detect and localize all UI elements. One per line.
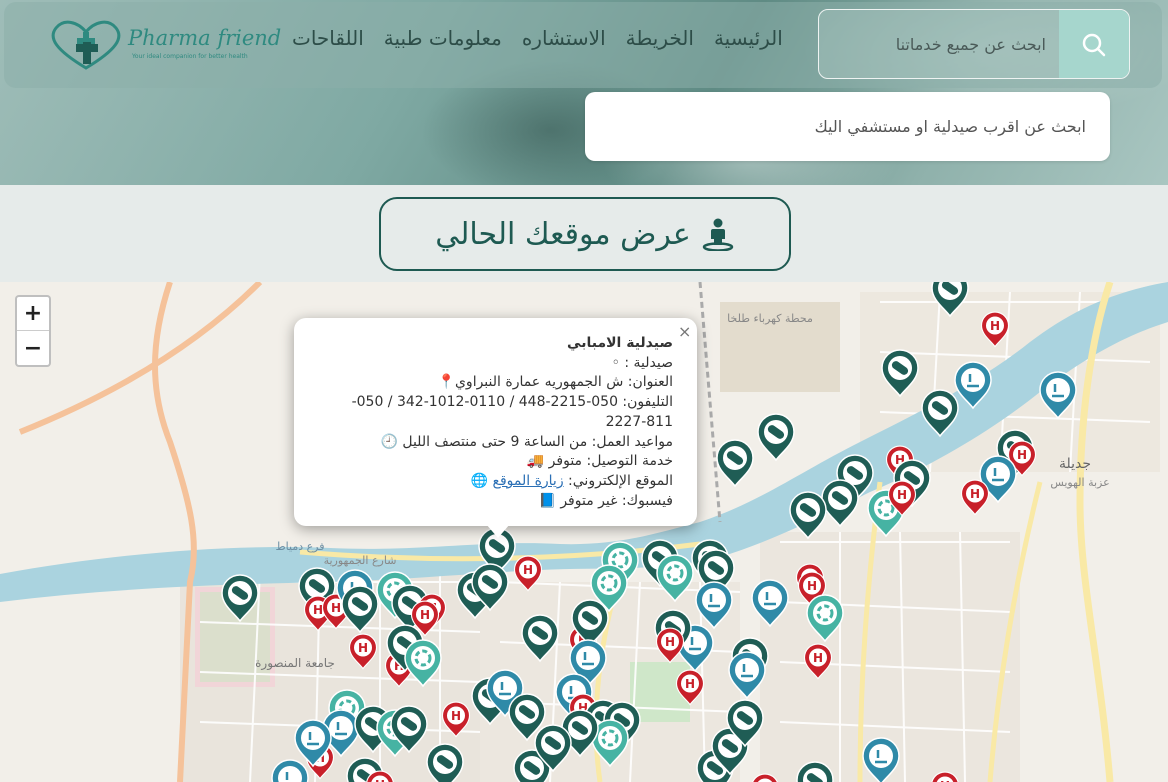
pin-icon: 📍 (437, 374, 455, 391)
clinic-marker-icon[interactable] (695, 581, 733, 630)
pharmacy-marker-icon[interactable] (521, 614, 559, 663)
nav-map[interactable]: الخريطة (616, 26, 704, 50)
hospital-marker-icon[interactable]: H (752, 773, 779, 782)
popup-type: صيدلية : ◦ (611, 354, 673, 371)
place-search-input[interactable] (585, 92, 1110, 161)
hospital-marker-icon[interactable]: H (675, 669, 705, 706)
hospital-marker-icon[interactable]: H (655, 627, 685, 664)
hospital-marker-icon[interactable]: H (513, 555, 543, 592)
hospital-marker-icon[interactable]: H (803, 643, 833, 680)
show-my-location-button[interactable]: عرض موقعك الحالي (379, 197, 791, 271)
nav-consultation[interactable]: الاستشاره (512, 26, 616, 50)
pharmacy-marker-icon[interactable] (221, 574, 259, 623)
svg-text:H: H (358, 641, 368, 655)
pharmacy-marker-icon[interactable] (341, 585, 379, 634)
popup-tip (486, 524, 510, 538)
popup-delivery: خدمة التوصيل: متوفر 🚚 (526, 453, 673, 470)
pharmacy-marker-icon[interactable] (931, 282, 969, 318)
globe-icon: 🌐 (470, 472, 489, 489)
logo[interactable]: Pharma friend Your ideal companion for b… (46, 20, 281, 72)
clinic-marker-icon[interactable] (728, 651, 766, 700)
truck-icon: 🚚 (526, 453, 545, 470)
clinic-marker-icon[interactable] (954, 361, 992, 410)
pharmacy-marker-icon[interactable] (796, 761, 834, 782)
lab-marker-icon[interactable] (656, 554, 694, 603)
zoom-in-button[interactable]: + (17, 297, 49, 331)
lab-marker-icon[interactable] (404, 639, 442, 688)
popup-title: صيدلية الامبابي (567, 335, 673, 351)
svg-text:H: H (685, 677, 695, 691)
pharmacy-marker-icon[interactable] (921, 389, 959, 438)
nav-menu: الرئيسية الخريطة الاستشاره معلومات طبية … (282, 26, 793, 50)
dot-icon: ◦ (611, 354, 620, 371)
search-button[interactable] (1059, 10, 1129, 78)
heart-cross-logo-icon (51, 20, 121, 70)
clinic-marker-icon[interactable] (1039, 371, 1077, 420)
svg-text:H: H (331, 601, 341, 615)
popup-website: الموقع الإلكتروني: زيارة الموقع 🌐 (470, 472, 673, 489)
search-icon (1082, 33, 1106, 57)
popup-address: العنوان: ش الجمهوريه عمارة النبراوي📍 (437, 374, 673, 391)
hospital-marker-icon[interactable]: H (960, 479, 990, 516)
pharmacy-marker-icon[interactable] (821, 479, 859, 528)
street-view-icon (702, 218, 734, 251)
nav-home[interactable]: الرئيسية (704, 26, 793, 50)
brand-name: Pharma friend (128, 26, 282, 50)
pharmacy-marker-icon[interactable] (789, 491, 827, 540)
svg-text:H: H (420, 608, 430, 622)
pharmacy-marker-icon[interactable] (757, 413, 795, 462)
hospital-marker-icon[interactable]: H (348, 633, 378, 670)
hospital-marker-icon[interactable]: H (441, 701, 471, 738)
book-icon: 📘 (538, 492, 556, 509)
svg-text:H: H (1017, 448, 1027, 462)
pharmacy-marker-icon[interactable] (716, 439, 754, 488)
brand-tagline: Your ideal companion for better health (132, 53, 248, 60)
pharmacy-marker-icon[interactable] (881, 349, 919, 398)
place-popup: صيدلية الامبابي صيدلية : ◦ العنوان: ش ال… (294, 318, 697, 526)
popup-facebook: فيسبوك: غير متوفر 📘 (538, 492, 673, 509)
svg-text:H: H (665, 635, 675, 649)
nav-vaccines[interactable]: اللقاحات (282, 26, 374, 50)
hospital-marker-icon[interactable]: H (980, 311, 1010, 348)
place-search (585, 92, 1110, 161)
zoom-control: + − (15, 295, 51, 367)
clinic-marker-icon[interactable] (862, 737, 900, 782)
svg-text:H: H (970, 487, 980, 501)
website-link[interactable]: زيارة الموقع (493, 473, 564, 489)
site-search (818, 9, 1130, 79)
svg-text:H: H (313, 603, 323, 617)
clinic-marker-icon[interactable] (271, 759, 309, 782)
clinic-marker-icon[interactable] (751, 579, 789, 628)
svg-text:H: H (807, 579, 817, 593)
svg-text:H: H (990, 319, 1000, 333)
svg-text:H: H (375, 778, 385, 782)
show-my-location-label: عرض موقعك الحالي (435, 216, 691, 252)
zoom-out-button[interactable]: − (17, 331, 49, 365)
popup-close-button[interactable]: × (678, 322, 691, 341)
svg-text:H: H (451, 709, 461, 723)
site-search-input[interactable] (819, 10, 1060, 78)
popup-hours: مواعيد العمل: من الساعة 9 حتى منتصف اللي… (380, 433, 673, 450)
nav-medical-info[interactable]: معلومات طبية (374, 26, 512, 50)
lab-marker-icon[interactable] (806, 594, 844, 643)
svg-text:H: H (523, 563, 533, 577)
hospital-marker-icon[interactable]: H (931, 771, 959, 782)
svg-text:H: H (897, 488, 907, 502)
clock-icon: 🕘 (380, 433, 398, 450)
pharmacy-marker-icon[interactable] (426, 743, 464, 782)
svg-text:H: H (813, 651, 823, 665)
popup-phone: التليفون: 050-2215-448 / 0110-1012-342 /… (351, 394, 673, 430)
